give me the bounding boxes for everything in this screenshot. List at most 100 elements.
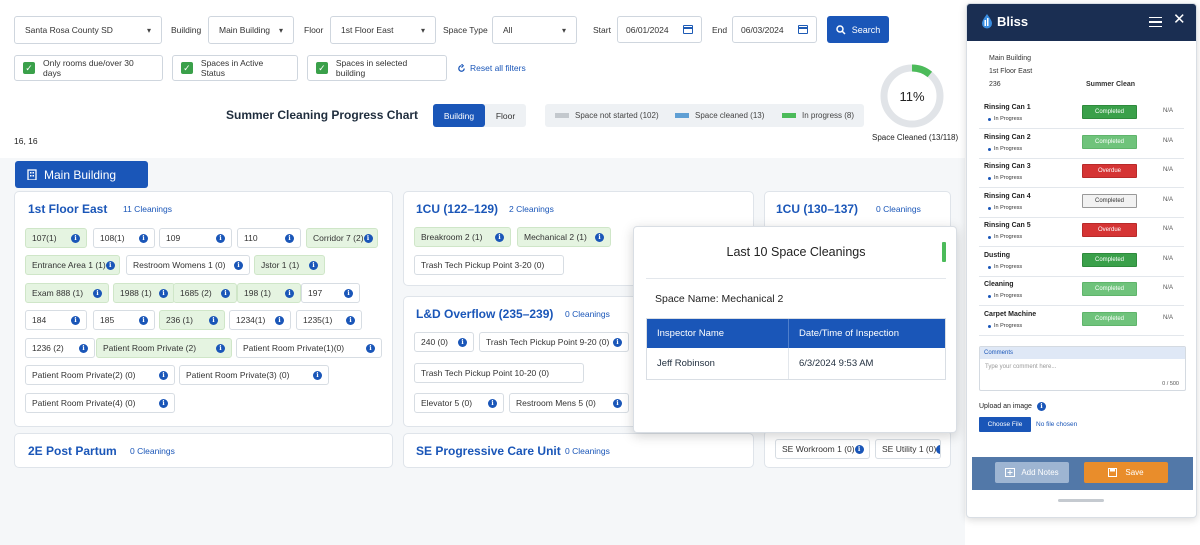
space-chip[interactable]: Breakroom 2 (1) i: [414, 227, 511, 247]
info-icon[interactable]: i: [363, 233, 373, 243]
info-icon[interactable]: i: [234, 260, 243, 270]
overdue-checkbox[interactable]: ✓ Only rooms due/over 30 days: [14, 55, 163, 81]
space-chip[interactable]: Restroom Womens 1 (0) i: [126, 255, 250, 275]
floor-card-1st-floor-east[interactable]: 1st Floor East 11 Cleanings 107(1) i 108(1…: [14, 191, 393, 427]
tab-floor[interactable]: Floor: [485, 104, 526, 127]
info-icon[interactable]: i: [221, 288, 230, 298]
space-chip[interactable]: 185 i: [93, 310, 155, 330]
floor-card-2e-post-partum[interactable]: 2E Post Partum 0 Cleanings: [14, 433, 393, 468]
info-icon[interactable]: i: [159, 288, 168, 298]
district-select[interactable]: Santa Rosa County SD ▾: [14, 16, 162, 44]
task-result-button[interactable]: Overdue: [1082, 223, 1137, 237]
card-cleanings-count[interactable]: 0 Cleanings: [565, 446, 610, 456]
info-icon[interactable]: i: [285, 233, 294, 243]
space-chip[interactable]: Trash Tech Pickup Point 9-20 (0) i: [479, 332, 629, 352]
task-result-button[interactable]: Completed: [1082, 282, 1137, 296]
space-chip[interactable]: 1234(1) i: [229, 310, 291, 330]
info-icon[interactable]: i: [139, 315, 148, 325]
space-chip[interactable]: 108(1) i: [93, 228, 155, 248]
task-result-button[interactable]: Overdue: [1082, 164, 1137, 178]
space-chip[interactable]: 1236 (2) i: [25, 338, 95, 358]
info-icon[interactable]: i: [216, 343, 225, 353]
task-result-button[interactable]: Completed: [1082, 105, 1137, 119]
space-chip[interactable]: 184 i: [25, 310, 87, 330]
card-cleanings-count[interactable]: 0 Cleanings: [130, 446, 175, 456]
space-chip[interactable]: SE Utility 1 (0)i: [875, 439, 941, 459]
space-type-select[interactable]: All ▾: [492, 16, 577, 44]
space-chip[interactable]: 240 (0) i: [414, 332, 474, 352]
task-result-button[interactable]: Completed: [1082, 311, 1137, 326]
floor-select[interactable]: 1st Floor East ▾: [330, 16, 436, 44]
space-chip[interactable]: Trash Tech Pickup Point 10-20 (0): [414, 363, 584, 383]
info-icon[interactable]: i: [159, 398, 168, 408]
floor-card-1cu-130[interactable]: 1CU (130–137) 0 Cleanings: [764, 191, 951, 231]
start-date-input[interactable]: 06/01/2024: [617, 16, 702, 43]
space-chip[interactable]: Entrance Area 1 (1) i: [25, 255, 120, 275]
calendar-icon[interactable]: [798, 25, 808, 34]
info-icon[interactable]: i: [105, 260, 115, 270]
info-icon[interactable]: i: [285, 288, 294, 298]
space-chip[interactable]: Mechanical 2 (1) i: [517, 227, 611, 247]
space-chip[interactable]: Corridor 7 (2) i: [306, 228, 378, 248]
close-icon[interactable]: ✕: [1173, 12, 1186, 27]
space-chip[interactable]: 197 i: [301, 283, 360, 303]
info-icon[interactable]: i: [71, 315, 80, 325]
building-select[interactable]: Main Building ▾: [208, 16, 294, 44]
info-icon[interactable]: i: [346, 315, 355, 325]
space-chip[interactable]: Restroom Mens 5 (0) i: [509, 393, 629, 413]
space-chip[interactable]: 1235(1) i: [296, 310, 362, 330]
space-chip[interactable]: Patient Room Private (2) i: [96, 338, 232, 358]
space-chip[interactable]: SE Workroom 1 (0) i: [775, 439, 870, 459]
info-icon[interactable]: i: [613, 398, 622, 408]
space-chip[interactable]: 1988 (1) i: [113, 283, 175, 303]
comment-input[interactable]: Type your comment here...: [980, 359, 1185, 370]
info-icon[interactable]: i: [159, 370, 168, 380]
info-icon[interactable]: i: [275, 315, 284, 325]
info-icon[interactable]: i: [71, 233, 80, 243]
space-chip[interactable]: Patient Room Private(4) (0) i: [25, 393, 175, 413]
drag-handle[interactable]: [1058, 499, 1104, 502]
space-chip[interactable]: Exam 888 (1) i: [25, 283, 109, 303]
floor-card-se-progressive[interactable]: SE Progressive Care Unit 0 Cleanings: [403, 433, 754, 468]
card-cleanings-count[interactable]: 0 Cleanings: [876, 204, 921, 214]
info-icon[interactable]: i: [209, 315, 218, 325]
space-chip[interactable]: 107(1) i: [25, 228, 87, 248]
card-cleanings-count[interactable]: 0 Cleanings: [565, 309, 610, 319]
space-chip[interactable]: 109 i: [159, 228, 232, 248]
info-icon[interactable]: i: [613, 337, 622, 347]
info-icon[interactable]: i: [366, 343, 375, 353]
info-icon[interactable]: i: [309, 260, 318, 270]
info-icon[interactable]: i: [854, 444, 864, 454]
info-icon[interactable]: i: [458, 337, 467, 347]
space-chip[interactable]: 236 (1) i: [159, 310, 225, 330]
info-icon[interactable]: i: [488, 398, 497, 408]
selected-building-checkbox[interactable]: ✓ Spaces in selected building: [307, 55, 447, 81]
reset-filters-link[interactable]: Reset all filters: [457, 63, 526, 73]
info-icon[interactable]: i: [936, 444, 940, 454]
task-result-button[interactable]: Completed: [1082, 193, 1137, 208]
choose-file-button[interactable]: Choose File: [979, 417, 1031, 432]
info-icon[interactable]: i: [79, 343, 88, 353]
card-cleanings-count[interactable]: 11 Cleanings: [123, 204, 172, 214]
space-chip[interactable]: 1685 (2) i: [173, 283, 237, 303]
tab-building[interactable]: Building: [433, 104, 485, 127]
space-chip[interactable]: Patient Room Private(1)(0) i: [236, 338, 382, 358]
space-chip[interactable]: 110 i: [237, 228, 301, 248]
calendar-icon[interactable]: [683, 25, 693, 34]
space-chip[interactable]: 198 (1) i: [237, 283, 301, 303]
card-cleanings-count[interactable]: 2 Cleanings: [509, 204, 554, 214]
floor-card-se-partial[interactable]: SE Workroom 1 (0)iSE Utility 1 (0)i: [764, 430, 951, 468]
info-icon[interactable]: i: [495, 232, 504, 242]
search-button[interactable]: Search: [827, 16, 889, 43]
info-icon[interactable]: i: [344, 288, 353, 298]
space-chip[interactable]: Jstor 1 (1) i: [254, 255, 325, 275]
info-icon[interactable]: i: [93, 288, 102, 298]
task-result-button[interactable]: Completed: [1082, 252, 1137, 267]
info-icon[interactable]: i: [139, 233, 148, 243]
space-chip[interactable]: Patient Room Private(2) (0) i: [25, 365, 175, 385]
task-result-button[interactable]: Completed: [1082, 134, 1137, 149]
menu-icon[interactable]: [1149, 17, 1162, 27]
add-notes-button[interactable]: Add Notes: [995, 462, 1069, 483]
active-status-checkbox[interactable]: ✓ Spaces in Active Status: [172, 55, 298, 81]
info-icon[interactable]: i: [216, 233, 225, 243]
